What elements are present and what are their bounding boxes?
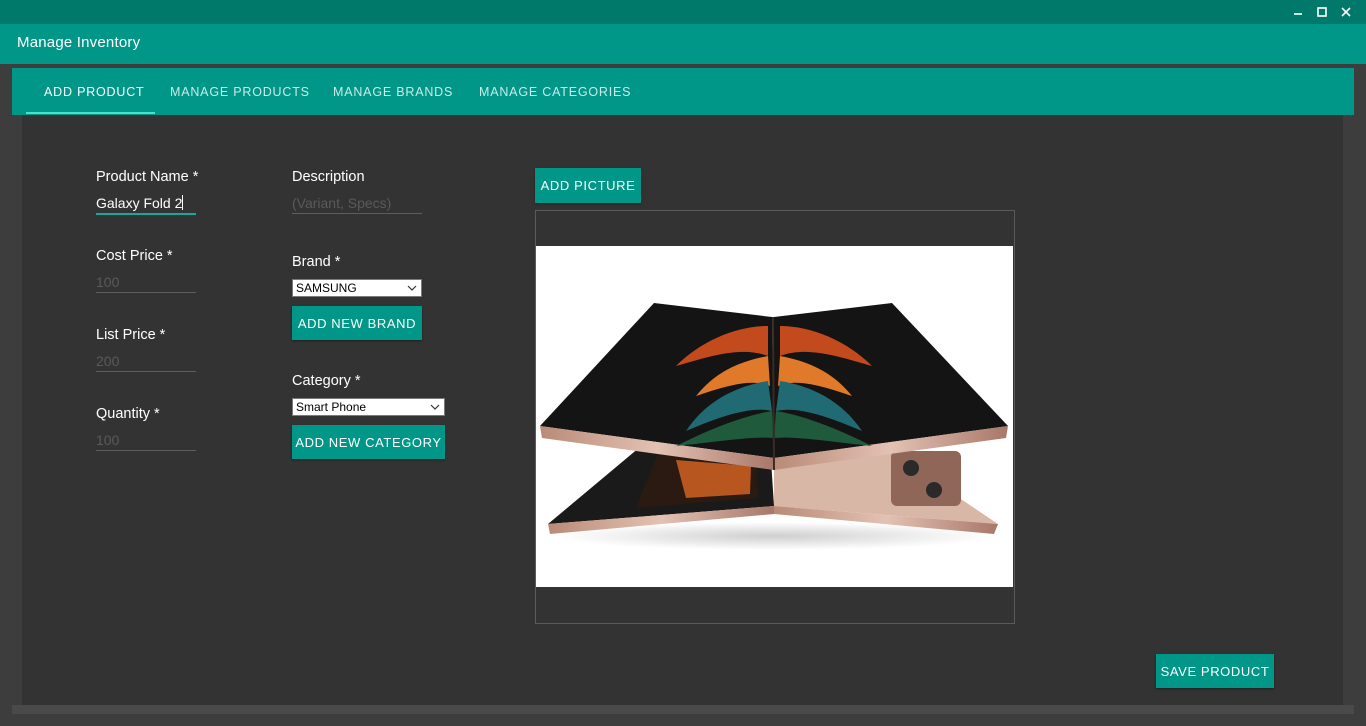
add-new-category-button[interactable]: ADD NEW CATEGORY — [292, 425, 445, 459]
tab-manage-categories[interactable]: MANAGE CATEGORIES — [479, 68, 631, 115]
maximize-icon[interactable] — [1310, 0, 1334, 24]
tab-manage-brands[interactable]: MANAGE BRANDS — [333, 68, 453, 115]
category-label: Category * — [292, 373, 361, 389]
category-select[interactable]: Smart Phone — [292, 398, 445, 416]
description-field[interactable]: (Variant, Specs) — [292, 193, 422, 214]
quantity-field[interactable]: 100 — [96, 430, 196, 451]
window-titlebar — [0, 0, 1366, 24]
chevron-down-icon — [429, 399, 441, 415]
list-price-field[interactable]: 200 — [96, 351, 196, 372]
category-selected-value: Smart Phone — [296, 400, 367, 414]
save-product-button[interactable]: SAVE PRODUCT — [1156, 654, 1274, 688]
tab-add-product[interactable]: ADD PRODUCT — [44, 68, 144, 115]
window-bottom-edge — [12, 705, 1354, 714]
chevron-down-icon — [406, 280, 418, 296]
app-bar: Manage Inventory — [0, 24, 1366, 64]
window-title: Manage Inventory — [17, 34, 141, 51]
brand-select[interactable]: SAMSUNG — [292, 279, 422, 297]
add-new-brand-button[interactable]: ADD NEW BRAND — [292, 306, 422, 340]
brand-selected-value: SAMSUNG — [296, 281, 357, 295]
tab-bar: ADD PRODUCT MANAGE PRODUCTS MANAGE BRAND… — [12, 68, 1354, 115]
phone-image — [536, 246, 1013, 587]
list-price-label: List Price * — [96, 327, 166, 343]
text-caret — [182, 195, 184, 210]
minimize-icon[interactable] — [1286, 0, 1310, 24]
product-name-value: Galaxy Fold 2 — [96, 195, 183, 211]
cost-price-field[interactable]: 100 — [96, 272, 196, 293]
add-picture-button[interactable]: ADD PICTURE — [535, 168, 641, 203]
close-icon[interactable] — [1334, 0, 1358, 24]
cost-price-label: Cost Price * — [96, 248, 173, 264]
brand-label: Brand * — [292, 254, 341, 270]
product-name-label: Product Name * — [96, 169, 199, 185]
active-tab-indicator — [26, 112, 155, 114]
quantity-label: Quantity * — [96, 406, 160, 422]
tab-manage-products[interactable]: MANAGE PRODUCTS — [170, 68, 310, 115]
product-name-field[interactable]: Galaxy Fold 2 — [96, 193, 196, 215]
description-label: Description — [292, 169, 365, 185]
